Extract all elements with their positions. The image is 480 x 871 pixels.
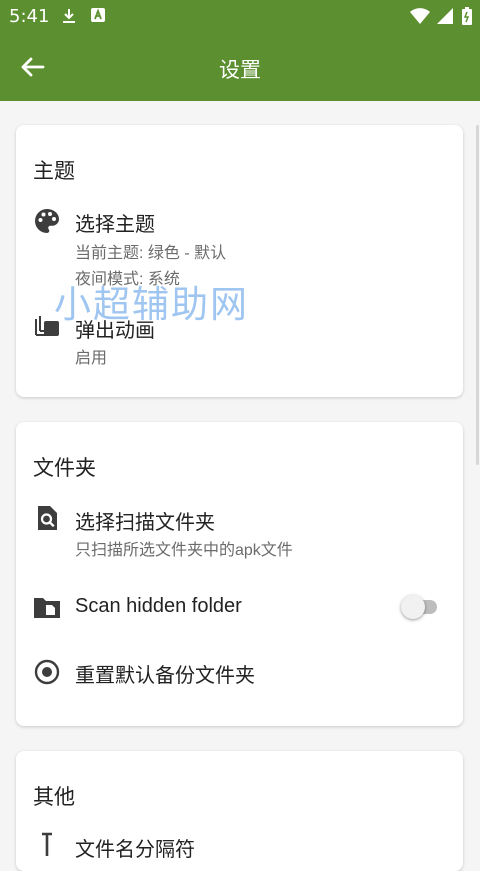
watermark: 小超辅助网 <box>54 283 249 326</box>
select-scan-folder-subtitle: 只扫描所选文件夹中的apk文件 <box>75 542 293 559</box>
section-title-folder: 文件夹 <box>33 457 96 480</box>
select-theme-title: 选择主题 <box>75 214 155 236</box>
radio-target-icon <box>33 658 61 686</box>
app-notification-icon <box>90 7 106 28</box>
find-in-page-icon <box>33 504 61 532</box>
select-theme-subtitle-theme: 当前主题: 绿色 - 默认 <box>75 245 227 262</box>
theme-section-card: 主题 选择主题 当前主题: 绿色 - 默认 夜间模式: 系统 弹出动画 启用 <box>16 125 463 397</box>
text-cursor-icon <box>33 831 61 859</box>
section-title-theme: 主题 <box>33 160 75 183</box>
switch-thumb <box>401 595 425 619</box>
palette-icon <box>33 207 61 235</box>
folder-file-icon <box>33 593 61 621</box>
page-title: 设置 <box>219 59 261 82</box>
folder-section-card: 文件夹 选择扫描文件夹 只扫描所选文件夹中的apk文件 Scan hidden … <box>16 422 463 726</box>
section-title-other: 其他 <box>33 786 75 809</box>
filename-separator-title: 文件名分隔符 <box>75 839 195 861</box>
scan-hidden-folder-title: Scan hidden folder <box>75 595 242 617</box>
wifi-icon <box>409 7 431 30</box>
status-time: 5:41 <box>9 6 50 27</box>
other-section-card: 其他 文件名分隔符 <box>16 751 463 871</box>
popup-animation-subtitle: 启用 <box>75 350 108 367</box>
select-scan-folder-title: 选择扫描文件夹 <box>75 512 215 534</box>
cellular-signal-icon <box>436 7 454 30</box>
download-icon <box>60 7 78 30</box>
battery-icon <box>462 7 472 30</box>
scan-hidden-folder-switch[interactable] <box>401 592 441 622</box>
reset-backup-folder-title: 重置默认备份文件夹 <box>75 665 255 687</box>
status-bar: 5:41 <box>0 0 480 33</box>
app-bar: 设置 <box>0 33 480 101</box>
scrollbar[interactable] <box>476 125 479 465</box>
